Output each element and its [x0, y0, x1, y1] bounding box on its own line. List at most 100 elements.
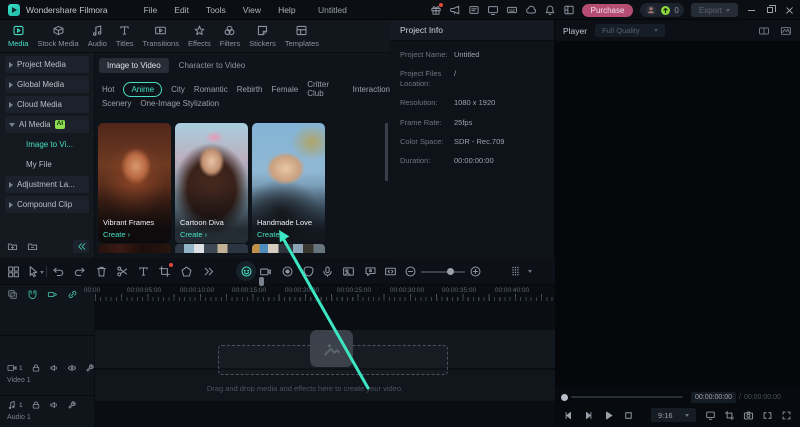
chip-hot[interactable]: Hot	[102, 85, 114, 94]
track-settings-icon[interactable]	[85, 363, 95, 373]
menu-item-file[interactable]: File	[144, 5, 158, 15]
notification-bell-icon[interactable]	[544, 4, 556, 16]
timeline-zoom-slider[interactable]	[421, 271, 465, 273]
avatar[interactable]	[645, 4, 657, 16]
select-tool-icon[interactable]	[27, 265, 40, 278]
template-card-handmade-love[interactable]: Handmade Love Create ›	[252, 123, 325, 243]
sidebar-item-cloud-media[interactable]: Cloud Media	[5, 96, 89, 113]
scrollbar-thumb[interactable]	[385, 123, 388, 181]
record-button[interactable]	[281, 265, 294, 278]
tab-titles[interactable]: Titles	[116, 24, 134, 48]
timeline-ruler[interactable]: 00:00 00:00:05:00 00:00:10:00 00:00:15:0…	[95, 286, 555, 302]
card-peek[interactable]	[175, 244, 248, 253]
snapshot-icon[interactable]	[743, 410, 754, 421]
timeline-lane[interactable]: Drag and drop media and effects here to …	[95, 302, 555, 427]
tab-filters[interactable]: Filters	[220, 24, 240, 48]
undo-button[interactable]	[52, 265, 65, 278]
keyframe-motion-button[interactable]	[384, 265, 397, 278]
crop-preview-icon[interactable]	[724, 410, 735, 421]
render-preview-icon[interactable]	[705, 410, 716, 421]
lock-track-icon[interactable]	[31, 400, 41, 410]
card-peek[interactable]	[98, 244, 171, 253]
display-icon[interactable]	[487, 4, 499, 16]
feedback-icon[interactable]	[468, 4, 480, 16]
chip-one-image-stylization[interactable]: One-Image Stylization	[140, 99, 219, 108]
menu-item-edit[interactable]: Edit	[174, 5, 189, 15]
chroma-key-button[interactable]	[342, 265, 355, 278]
zoom-to-fit-button[interactable]	[469, 265, 482, 278]
snap-magnet-icon[interactable]	[27, 289, 38, 300]
scrubber-track[interactable]	[571, 396, 683, 398]
chip-rebirth[interactable]: Rebirth	[237, 85, 263, 94]
restore-button[interactable]	[764, 4, 776, 16]
new-folder-icon[interactable]	[7, 241, 18, 252]
auto-ripple-icon[interactable]	[47, 289, 58, 300]
next-frame-button[interactable]	[583, 410, 594, 421]
tab-audio[interactable]: Audio	[88, 24, 107, 48]
tab-templates[interactable]: Templates	[285, 24, 319, 48]
tab-stock-media[interactable]: Stock Media	[37, 24, 78, 48]
dual-monitor-icon[interactable]	[758, 25, 770, 37]
lock-track-icon[interactable]	[31, 363, 41, 373]
delete-folder-icon[interactable]	[27, 241, 38, 252]
menu-item-tools[interactable]: Tools	[206, 5, 226, 15]
smart-edit-button[interactable]	[364, 265, 377, 278]
tab-effects[interactable]: Effects	[188, 24, 211, 48]
manage-tracks-icon[interactable]	[7, 289, 18, 300]
megaphone-icon[interactable]	[449, 4, 461, 16]
sidebar-item-image-to-video[interactable]: Image to Vi...	[5, 136, 89, 153]
tab-image-to-video[interactable]: Image to Video	[99, 58, 169, 73]
layout-grid-icon[interactable]	[563, 4, 575, 16]
split-button[interactable]	[116, 265, 129, 278]
audio-track-header[interactable]: 1 Audio 1	[7, 400, 90, 421]
track-height-button[interactable]	[509, 265, 522, 278]
purchase-button[interactable]: Purchase	[582, 4, 634, 17]
mask-tool-button[interactable]	[180, 265, 193, 278]
minimize-button[interactable]	[745, 4, 757, 16]
zoom-out-button[interactable]	[404, 265, 417, 278]
create-link[interactable]: Create ›	[180, 230, 207, 239]
sidebar-item-project-media[interactable]: Project Media	[5, 56, 89, 73]
fullscreen-icon[interactable]	[781, 410, 792, 421]
chevron-down-icon[interactable]	[528, 270, 532, 273]
tab-character-to-video[interactable]: Character to Video	[179, 61, 246, 70]
collapse-sidebar-button[interactable]	[73, 240, 89, 253]
chip-city[interactable]: City	[171, 85, 185, 94]
mark-in-out-icon[interactable]	[762, 410, 773, 421]
create-link[interactable]: Create ›	[103, 230, 130, 239]
sidebar-item-ai-media[interactable]: AI MediaAI	[5, 116, 89, 133]
shield-mask-button[interactable]	[302, 265, 315, 278]
tab-stickers[interactable]: Stickers	[249, 24, 276, 48]
hide-track-icon[interactable]	[67, 363, 77, 373]
playhead-handle[interactable]	[259, 277, 264, 286]
crop-tool-button[interactable]	[158, 265, 171, 278]
redo-button[interactable]	[73, 265, 86, 278]
chip-interaction[interactable]: Interaction	[353, 85, 390, 94]
tab-media[interactable]: Media	[8, 24, 28, 48]
mute-track-icon[interactable]	[49, 400, 59, 410]
keyboard-icon[interactable]	[506, 4, 518, 16]
chip-anime[interactable]: Anime	[123, 82, 162, 97]
create-link[interactable]: Create ›	[257, 230, 284, 239]
chip-romantic[interactable]: Romantic	[194, 85, 228, 94]
aspect-ratio-select[interactable]: 9:16	[651, 408, 696, 422]
delete-button[interactable]	[95, 265, 108, 278]
export-button[interactable]: Export	[691, 3, 738, 17]
close-button[interactable]	[783, 4, 795, 16]
sidebar-item-my-file[interactable]: My File	[5, 156, 89, 173]
previous-frame-button[interactable]	[563, 410, 574, 421]
mute-track-icon[interactable]	[49, 363, 59, 373]
zoom-slider-handle[interactable]	[447, 268, 454, 275]
chip-critter-club[interactable]: Critter Club	[307, 80, 343, 98]
stop-button[interactable]	[623, 410, 634, 421]
template-card-cartoon-diva[interactable]: Cartoon Diva Create ›	[175, 123, 248, 243]
menu-item-view[interactable]: View	[243, 5, 261, 15]
media-bin-icon[interactable]	[7, 265, 20, 278]
sidebar-item-adjustment-layer[interactable]: Adjustment La...	[5, 176, 89, 193]
color-scope-icon[interactable]	[780, 25, 792, 37]
preview-viewport[interactable]	[555, 41, 800, 387]
gift-icon[interactable]	[430, 4, 442, 16]
track-settings-icon[interactable]	[67, 400, 77, 410]
quality-select[interactable]: Full Quality	[595, 24, 665, 37]
sidebar-item-compound-clip[interactable]: Compound Clip	[5, 196, 89, 213]
